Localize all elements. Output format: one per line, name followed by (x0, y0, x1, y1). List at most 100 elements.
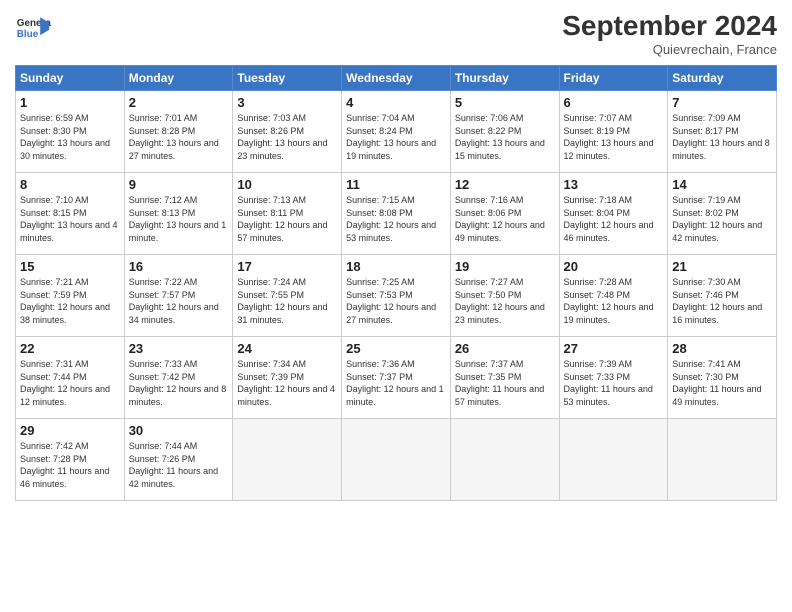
table-row: 14 Sunrise: 7:19 AMSunset: 8:02 PMDaylig… (668, 173, 777, 255)
calendar-row: 1 Sunrise: 6:59 AMSunset: 8:30 PMDayligh… (16, 91, 777, 173)
location: Quievrechain, France (562, 42, 777, 57)
table-row: 17 Sunrise: 7:24 AMSunset: 7:55 PMDaylig… (233, 255, 342, 337)
day-info: Sunrise: 7:41 AMSunset: 7:30 PMDaylight:… (672, 359, 761, 407)
day-info: Sunrise: 7:19 AMSunset: 8:02 PMDaylight:… (672, 195, 762, 243)
header-friday: Friday (559, 66, 668, 91)
calendar-container: General Blue September 2024 Quievrechain… (0, 0, 792, 511)
day-info: Sunrise: 6:59 AMSunset: 8:30 PMDaylight:… (20, 113, 110, 161)
table-row (450, 419, 559, 501)
day-info: Sunrise: 7:22 AMSunset: 7:57 PMDaylight:… (129, 277, 219, 325)
day-number: 10 (237, 177, 337, 192)
day-number: 22 (20, 341, 120, 356)
month-title: September 2024 (562, 10, 777, 42)
table-row: 28 Sunrise: 7:41 AMSunset: 7:30 PMDaylig… (668, 337, 777, 419)
day-number: 29 (20, 423, 120, 438)
header-saturday: Saturday (668, 66, 777, 91)
day-info: Sunrise: 7:15 AMSunset: 8:08 PMDaylight:… (346, 195, 436, 243)
table-row (233, 419, 342, 501)
day-number: 14 (672, 177, 772, 192)
table-row: 29 Sunrise: 7:42 AMSunset: 7:28 PMDaylig… (16, 419, 125, 501)
day-info: Sunrise: 7:21 AMSunset: 7:59 PMDaylight:… (20, 277, 110, 325)
day-number: 4 (346, 95, 446, 110)
logo-icon: General Blue (15, 10, 51, 46)
calendar-table: Sunday Monday Tuesday Wednesday Thursday… (15, 65, 777, 501)
day-number: 28 (672, 341, 772, 356)
day-info: Sunrise: 7:31 AMSunset: 7:44 PMDaylight:… (20, 359, 110, 407)
day-number: 11 (346, 177, 446, 192)
day-info: Sunrise: 7:33 AMSunset: 7:42 PMDaylight:… (129, 359, 227, 407)
table-row: 21 Sunrise: 7:30 AMSunset: 7:46 PMDaylig… (668, 255, 777, 337)
table-row: 10 Sunrise: 7:13 AMSunset: 8:11 PMDaylig… (233, 173, 342, 255)
day-number: 19 (455, 259, 555, 274)
day-number: 2 (129, 95, 229, 110)
day-number: 15 (20, 259, 120, 274)
table-row: 26 Sunrise: 7:37 AMSunset: 7:35 PMDaylig… (450, 337, 559, 419)
day-info: Sunrise: 7:01 AMSunset: 8:28 PMDaylight:… (129, 113, 219, 161)
calendar-row: 15 Sunrise: 7:21 AMSunset: 7:59 PMDaylig… (16, 255, 777, 337)
table-row: 16 Sunrise: 7:22 AMSunset: 7:57 PMDaylig… (124, 255, 233, 337)
day-info: Sunrise: 7:27 AMSunset: 7:50 PMDaylight:… (455, 277, 545, 325)
day-info: Sunrise: 7:09 AMSunset: 8:17 PMDaylight:… (672, 113, 770, 161)
header-wednesday: Wednesday (342, 66, 451, 91)
day-number: 9 (129, 177, 229, 192)
day-info: Sunrise: 7:36 AMSunset: 7:37 PMDaylight:… (346, 359, 444, 407)
day-number: 12 (455, 177, 555, 192)
day-number: 13 (564, 177, 664, 192)
table-row (668, 419, 777, 501)
day-info: Sunrise: 7:24 AMSunset: 7:55 PMDaylight:… (237, 277, 327, 325)
table-row: 15 Sunrise: 7:21 AMSunset: 7:59 PMDaylig… (16, 255, 125, 337)
day-number: 24 (237, 341, 337, 356)
day-number: 3 (237, 95, 337, 110)
header-monday: Monday (124, 66, 233, 91)
day-info: Sunrise: 7:37 AMSunset: 7:35 PMDaylight:… (455, 359, 544, 407)
day-number: 1 (20, 95, 120, 110)
day-number: 20 (564, 259, 664, 274)
header-thursday: Thursday (450, 66, 559, 91)
table-row: 23 Sunrise: 7:33 AMSunset: 7:42 PMDaylig… (124, 337, 233, 419)
table-row: 13 Sunrise: 7:18 AMSunset: 8:04 PMDaylig… (559, 173, 668, 255)
day-info: Sunrise: 7:42 AMSunset: 7:28 PMDaylight:… (20, 441, 109, 489)
day-number: 27 (564, 341, 664, 356)
day-info: Sunrise: 7:06 AMSunset: 8:22 PMDaylight:… (455, 113, 545, 161)
table-row: 2 Sunrise: 7:01 AMSunset: 8:28 PMDayligh… (124, 91, 233, 173)
day-number: 26 (455, 341, 555, 356)
day-info: Sunrise: 7:16 AMSunset: 8:06 PMDaylight:… (455, 195, 545, 243)
day-info: Sunrise: 7:10 AMSunset: 8:15 PMDaylight:… (20, 195, 118, 243)
day-info: Sunrise: 7:07 AMSunset: 8:19 PMDaylight:… (564, 113, 654, 161)
day-info: Sunrise: 7:03 AMSunset: 8:26 PMDaylight:… (237, 113, 327, 161)
title-block: September 2024 Quievrechain, France (562, 10, 777, 57)
table-row: 30 Sunrise: 7:44 AMSunset: 7:26 PMDaylig… (124, 419, 233, 501)
table-row (559, 419, 668, 501)
table-row: 27 Sunrise: 7:39 AMSunset: 7:33 PMDaylig… (559, 337, 668, 419)
day-number: 16 (129, 259, 229, 274)
day-number: 7 (672, 95, 772, 110)
table-row: 11 Sunrise: 7:15 AMSunset: 8:08 PMDaylig… (342, 173, 451, 255)
day-number: 23 (129, 341, 229, 356)
day-number: 30 (129, 423, 229, 438)
day-number: 25 (346, 341, 446, 356)
table-row: 12 Sunrise: 7:16 AMSunset: 8:06 PMDaylig… (450, 173, 559, 255)
table-row: 24 Sunrise: 7:34 AMSunset: 7:39 PMDaylig… (233, 337, 342, 419)
day-info: Sunrise: 7:44 AMSunset: 7:26 PMDaylight:… (129, 441, 218, 489)
day-number: 6 (564, 95, 664, 110)
day-info: Sunrise: 7:30 AMSunset: 7:46 PMDaylight:… (672, 277, 762, 325)
calendar-row: 22 Sunrise: 7:31 AMSunset: 7:44 PMDaylig… (16, 337, 777, 419)
day-info: Sunrise: 7:25 AMSunset: 7:53 PMDaylight:… (346, 277, 436, 325)
table-row (342, 419, 451, 501)
day-info: Sunrise: 7:39 AMSunset: 7:33 PMDaylight:… (564, 359, 653, 407)
day-number: 5 (455, 95, 555, 110)
table-row: 4 Sunrise: 7:04 AMSunset: 8:24 PMDayligh… (342, 91, 451, 173)
svg-text:Blue: Blue (17, 29, 39, 40)
table-row: 20 Sunrise: 7:28 AMSunset: 7:48 PMDaylig… (559, 255, 668, 337)
day-info: Sunrise: 7:12 AMSunset: 8:13 PMDaylight:… (129, 195, 227, 243)
table-row: 7 Sunrise: 7:09 AMSunset: 8:17 PMDayligh… (668, 91, 777, 173)
calendar-row: 8 Sunrise: 7:10 AMSunset: 8:15 PMDayligh… (16, 173, 777, 255)
page-header: General Blue September 2024 Quievrechain… (15, 10, 777, 57)
day-number: 8 (20, 177, 120, 192)
table-row: 9 Sunrise: 7:12 AMSunset: 8:13 PMDayligh… (124, 173, 233, 255)
day-number: 18 (346, 259, 446, 274)
day-info: Sunrise: 7:28 AMSunset: 7:48 PMDaylight:… (564, 277, 654, 325)
table-row: 18 Sunrise: 7:25 AMSunset: 7:53 PMDaylig… (342, 255, 451, 337)
table-row: 8 Sunrise: 7:10 AMSunset: 8:15 PMDayligh… (16, 173, 125, 255)
table-row: 1 Sunrise: 6:59 AMSunset: 8:30 PMDayligh… (16, 91, 125, 173)
